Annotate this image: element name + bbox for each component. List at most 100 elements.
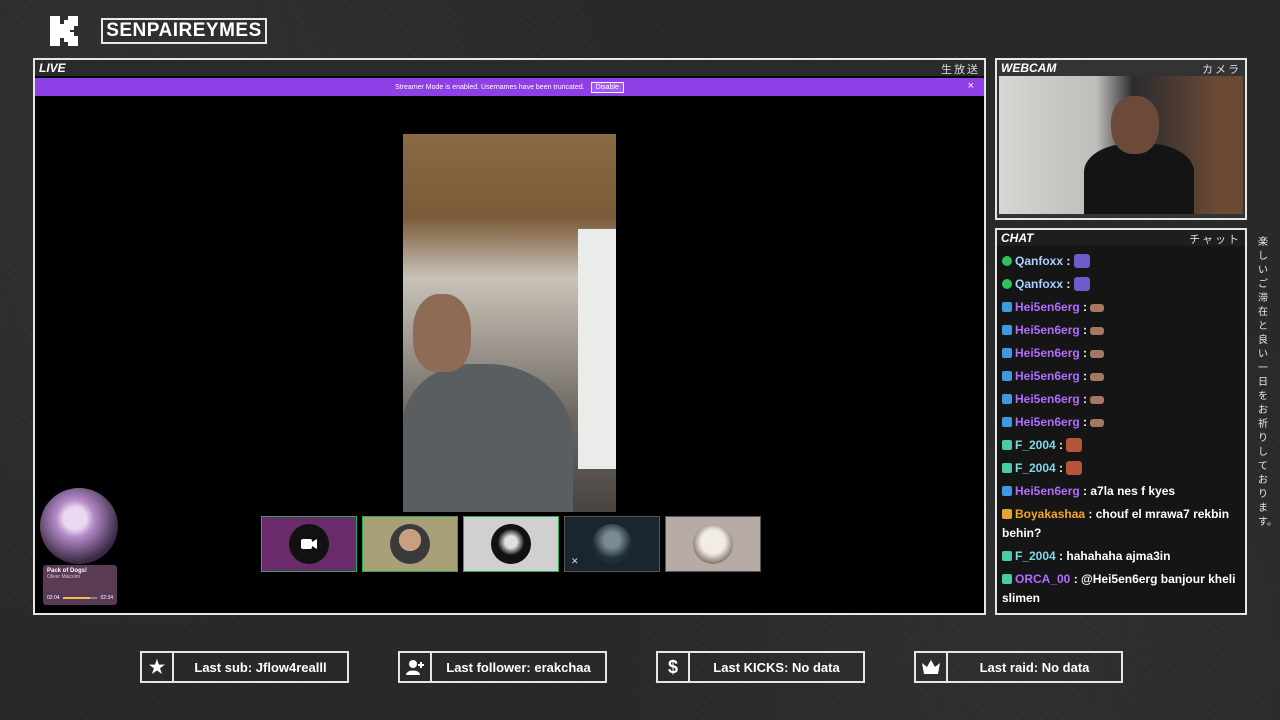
- channel-name: SENPAIREYMES: [101, 18, 267, 44]
- progress-fill: [62, 597, 91, 599]
- video-window-background: [578, 229, 616, 469]
- emote-icon: [1090, 396, 1105, 404]
- chat-username[interactable]: Hei5en6erg: [1015, 415, 1080, 429]
- track-artist: Oliver Malcolm: [47, 574, 81, 580]
- participant-tile[interactable]: ✕: [564, 516, 660, 572]
- last-kicks-widget: $ Last KICKS: No data: [656, 651, 865, 683]
- streamer-mode-banner: Streamer Mode is enabled. Usernames have…: [35, 78, 984, 96]
- close-icon[interactable]: ×: [968, 80, 974, 92]
- chat-message: Hei5en6erg :: [1002, 344, 1241, 363]
- chat-separator: :: [1063, 254, 1074, 268]
- chat-username[interactable]: F_2004: [1015, 438, 1056, 452]
- live-title: LIVE: [39, 61, 66, 75]
- star-icon: ★: [142, 652, 174, 682]
- emote-icon: [1090, 350, 1105, 358]
- user-badge-icon: [1002, 440, 1012, 450]
- user-plus-icon: [400, 652, 432, 682]
- chat-separator: :: [1070, 572, 1082, 586]
- user-badge-icon: [1002, 302, 1012, 312]
- participant-tile[interactable]: [261, 516, 357, 572]
- user-badge-icon: [1002, 371, 1012, 381]
- chat-separator: :: [1063, 277, 1074, 291]
- chat-username[interactable]: ORCA_00: [1015, 572, 1070, 586]
- track-progress: 02:04 02:34: [47, 595, 113, 601]
- last-kicks-label: Last KICKS: No data: [713, 659, 840, 675]
- video-person-body: [403, 364, 573, 512]
- chat-username[interactable]: Qanfoxx: [1015, 277, 1063, 291]
- last-sub-label: Last sub: Jflow4realll: [194, 659, 327, 675]
- main-video-feed[interactable]: [403, 134, 616, 512]
- chat-message: Qanfoxx :: [1002, 252, 1241, 271]
- webcam-feed: [999, 76, 1243, 214]
- user-badge-icon: [1002, 417, 1012, 427]
- last-raid-label: Last raid: No data: [979, 659, 1090, 675]
- emote-icon: [1090, 327, 1105, 335]
- user-badge-icon: [1002, 325, 1012, 335]
- user-badge-icon: [1002, 463, 1012, 473]
- chat-username[interactable]: F_2004: [1015, 461, 1056, 475]
- user-badge-icon: [1002, 279, 1012, 289]
- chat-separator: :: [1079, 323, 1091, 337]
- disable-streamer-mode-button[interactable]: Disable: [590, 81, 624, 93]
- chat-panel: CHAT チャット Qanfoxx : Qanfoxx : Hei5en6erg…: [995, 228, 1247, 615]
- chat-text: a7la nes f kyes: [1090, 484, 1176, 498]
- participant-avatar: [592, 524, 632, 564]
- participant-avatar: [491, 524, 531, 564]
- participant-tile[interactable]: [665, 516, 761, 572]
- live-title-jp: 生放送: [941, 64, 980, 76]
- chat-message-list: Qanfoxx : Qanfoxx : Hei5en6erg : Hei5en6…: [1002, 252, 1241, 612]
- last-follower-widget: Last follower: erakchaa: [398, 651, 607, 683]
- emote-icon: [1090, 373, 1105, 381]
- mic-muted-icon: ✕: [571, 556, 579, 566]
- webcam-person-body: [1084, 144, 1194, 214]
- chat-title-jp: チャット: [1189, 234, 1241, 246]
- chat-username[interactable]: Hei5en6erg: [1015, 484, 1080, 498]
- chat-username[interactable]: Hei5en6erg: [1015, 369, 1080, 383]
- live-panel-header: LIVE 生放送: [35, 60, 984, 76]
- user-badge-icon: [1002, 394, 1012, 404]
- chat-username[interactable]: Hei5en6erg: [1015, 323, 1080, 337]
- webcam-title-jp: カメラ: [1202, 64, 1241, 76]
- video-person-head: [413, 294, 471, 372]
- chat-separator: :: [1079, 415, 1091, 429]
- chat-username[interactable]: Hei5en6erg: [1015, 392, 1080, 406]
- chat-separator: :: [1055, 461, 1067, 475]
- chat-username[interactable]: Hei5en6erg: [1015, 346, 1080, 360]
- chat-text: hahahaha ajma3in: [1066, 549, 1171, 563]
- side-japanese-text: 楽しいご滞在と良い一日をお祈りしております。: [1258, 237, 1277, 528]
- emote-icon: [1066, 461, 1083, 475]
- track-duration: 02:34: [100, 595, 113, 601]
- chat-username[interactable]: Qanfoxx: [1015, 254, 1063, 268]
- chat-message: Qanfoxx :: [1002, 275, 1241, 294]
- chat-message: ORCA_00 : @Hei5en6erg banjour kheli slim…: [1002, 570, 1241, 608]
- chat-separator: :: [1055, 549, 1067, 563]
- last-follower-label: Last follower: erakchaa: [446, 659, 591, 675]
- webcam-person-head: [1111, 96, 1159, 154]
- chat-separator: :: [1055, 438, 1067, 452]
- participant-tile[interactable]: [463, 516, 559, 572]
- chat-message: F_2004 :: [1002, 436, 1241, 455]
- chat-message: Hei5en6erg :: [1002, 298, 1241, 317]
- emote-icon: [1073, 277, 1090, 291]
- participant-strip: ✕: [261, 516, 761, 572]
- user-badge-icon: [1002, 348, 1012, 358]
- webcam-title: WEBCAM: [1001, 61, 1057, 75]
- participant-avatar: [693, 524, 733, 564]
- chat-message: Hei5en6erg :: [1002, 413, 1241, 432]
- user-badge-icon: [1002, 509, 1012, 519]
- user-badge-icon: [1002, 551, 1012, 561]
- chat-username[interactable]: Boyakashaa: [1015, 507, 1085, 521]
- user-badge-icon: [1002, 256, 1012, 266]
- participant-avatar: [390, 524, 430, 564]
- crown-icon: [916, 652, 948, 682]
- chat-username[interactable]: F_2004: [1015, 549, 1056, 563]
- chat-separator: :: [1079, 346, 1091, 360]
- chat-username[interactable]: Hei5en6erg: [1015, 300, 1080, 314]
- chat-message: F_2004 :: [1002, 459, 1241, 478]
- chat-title: CHAT: [1001, 231, 1034, 245]
- chat-panel-header: CHAT チャット: [997, 230, 1245, 246]
- participant-tile[interactable]: [362, 516, 458, 572]
- chat-message: Boyakashaa : chouf el mrawa7 rekbin behi…: [1002, 505, 1241, 543]
- dollar-icon: $: [658, 652, 690, 682]
- emote-icon: [1090, 304, 1105, 312]
